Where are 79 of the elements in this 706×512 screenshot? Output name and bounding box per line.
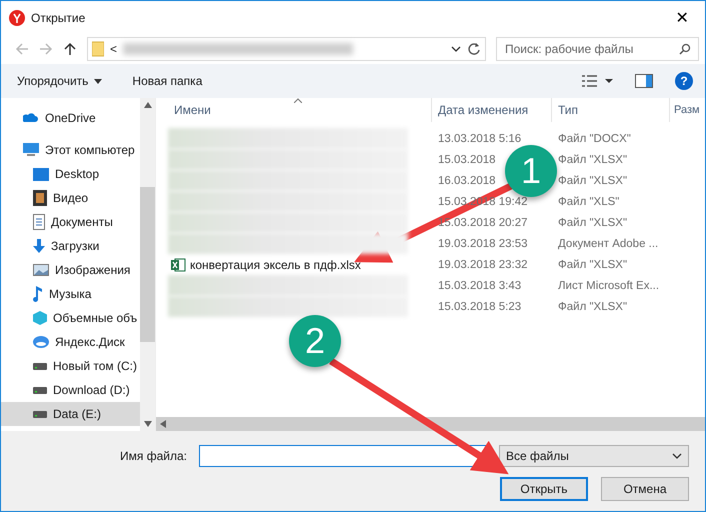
cloud-icon	[23, 113, 39, 123]
type-cell-text: Файл "XLSX"	[557, 300, 628, 312]
sidebar-item[interactable]: Data (E:)	[1, 402, 140, 426]
address-bar[interactable]: <	[87, 37, 486, 61]
sidebar-item[interactable]: Этот компьютер	[1, 138, 140, 162]
date-cell-text: 19.03.2018 23:53	[437, 238, 529, 250]
image-icon	[33, 264, 49, 276]
scrollbar-thumb[interactable]	[140, 187, 155, 342]
sidebar-item[interactable]: Desktop	[1, 162, 140, 186]
window-title: Открытие	[31, 10, 86, 24]
sidebar-item[interactable]: Новый том (C:)	[1, 354, 140, 378]
refresh-icon[interactable]	[467, 42, 481, 56]
monitor-icon	[23, 143, 39, 157]
date-cell-text: 15.03.2018 5:23	[437, 300, 522, 312]
open-button[interactable]: Открыть	[500, 477, 588, 501]
drive-icon	[33, 362, 47, 370]
date-cell-text: 15.03.2018	[437, 154, 497, 166]
sidebar-item[interactable]: Загрузки	[1, 234, 140, 258]
type-cell-text: Файл "XLSX"	[557, 258, 628, 270]
date-cell-text: 16.03.2018	[437, 174, 497, 186]
step-number: 2	[289, 315, 341, 367]
spreadsheet-file-icon	[170, 256, 186, 272]
cancel-button[interactable]: Отмена	[601, 477, 689, 501]
sidebar-item[interactable]: Download (D:)	[1, 378, 140, 402]
sidebar-item[interactable]: Музыка	[1, 282, 140, 306]
date-cell-text: 15.03.2018 20:27	[437, 216, 529, 228]
new-folder-button[interactable]: Новая папка	[128, 74, 206, 88]
document-icon	[33, 214, 45, 230]
browser-logo-icon	[9, 10, 25, 26]
disk-icon	[33, 336, 49, 348]
scroll-down-icon[interactable]	[144, 421, 152, 427]
organize-button[interactable]: Упорядочить	[13, 74, 106, 88]
sidebar-item[interactable]: Яндекс.Диск	[1, 330, 140, 354]
up-icon[interactable]	[63, 42, 77, 56]
scroll-left-icon[interactable]	[160, 420, 166, 428]
sidebar-item[interactable]: Объемные объ	[1, 306, 140, 330]
sidebar-item[interactable]: Изображения	[1, 258, 140, 282]
type-cell-text: Файл "XLS"	[557, 196, 620, 208]
help-button[interactable]: ?	[675, 72, 693, 90]
path-prefix: <	[110, 42, 118, 56]
cube-icon	[33, 311, 47, 325]
sidebar-item[interactable]: Документы	[1, 210, 140, 234]
column-header[interactable]: Тип	[552, 98, 670, 122]
music-note-icon	[33, 286, 43, 302]
search-field[interactable]: Поиск: рабочие файлы	[496, 37, 699, 61]
filename-label: Имя файла:	[120, 449, 187, 463]
column-header[interactable]: Имени	[156, 98, 432, 122]
drive-icon	[33, 410, 47, 418]
chevron-down-icon	[451, 46, 461, 52]
type-cell-text: Файл "XLSX"	[557, 216, 628, 228]
folder-icon	[92, 41, 104, 57]
scroll-up-icon[interactable]	[144, 102, 152, 108]
drive-icon	[33, 386, 47, 394]
sort-caret-icon	[294, 98, 302, 103]
date-cell-text: 19.03.2018 23:32	[437, 258, 529, 270]
type-cell-text: Файл "XLSX"	[557, 174, 628, 186]
preview-pane-icon[interactable]	[635, 74, 653, 88]
film-icon	[33, 190, 47, 206]
column-header[interactable]: Дата изменения	[432, 98, 552, 122]
date-cell-text: 15.03.2018 3:43	[437, 280, 522, 292]
sidebar-item[interactable]: Видео	[1, 186, 140, 210]
view-options-icon[interactable]	[581, 74, 613, 88]
date-cell-text: 13.03.2018 5:16	[437, 132, 522, 144]
type-cell-text: Файл "XLSX"	[557, 154, 628, 166]
search-icon	[679, 43, 691, 55]
desktop-icon	[33, 168, 49, 180]
close-button[interactable]: ✕	[667, 4, 697, 32]
caret-icon	[94, 78, 102, 84]
step-number: 1	[505, 145, 557, 197]
type-cell-text: Документ Adobe ...	[557, 238, 660, 250]
column-header[interactable]: Разм	[670, 98, 705, 122]
file-type-select[interactable]: Все файлы	[499, 445, 689, 467]
type-cell-text: Файл "DOCX"	[557, 132, 632, 144]
sidebar-item[interactable]: OneDrive	[1, 106, 140, 130]
download-icon	[33, 239, 45, 253]
type-cell-text: Лист Microsoft Ex...	[557, 280, 660, 292]
chevron-down-icon	[672, 453, 682, 459]
file-name[interactable]: конвертация эксель в пдф.xlsx	[156, 256, 432, 272]
filename-field[interactable]	[199, 445, 487, 467]
